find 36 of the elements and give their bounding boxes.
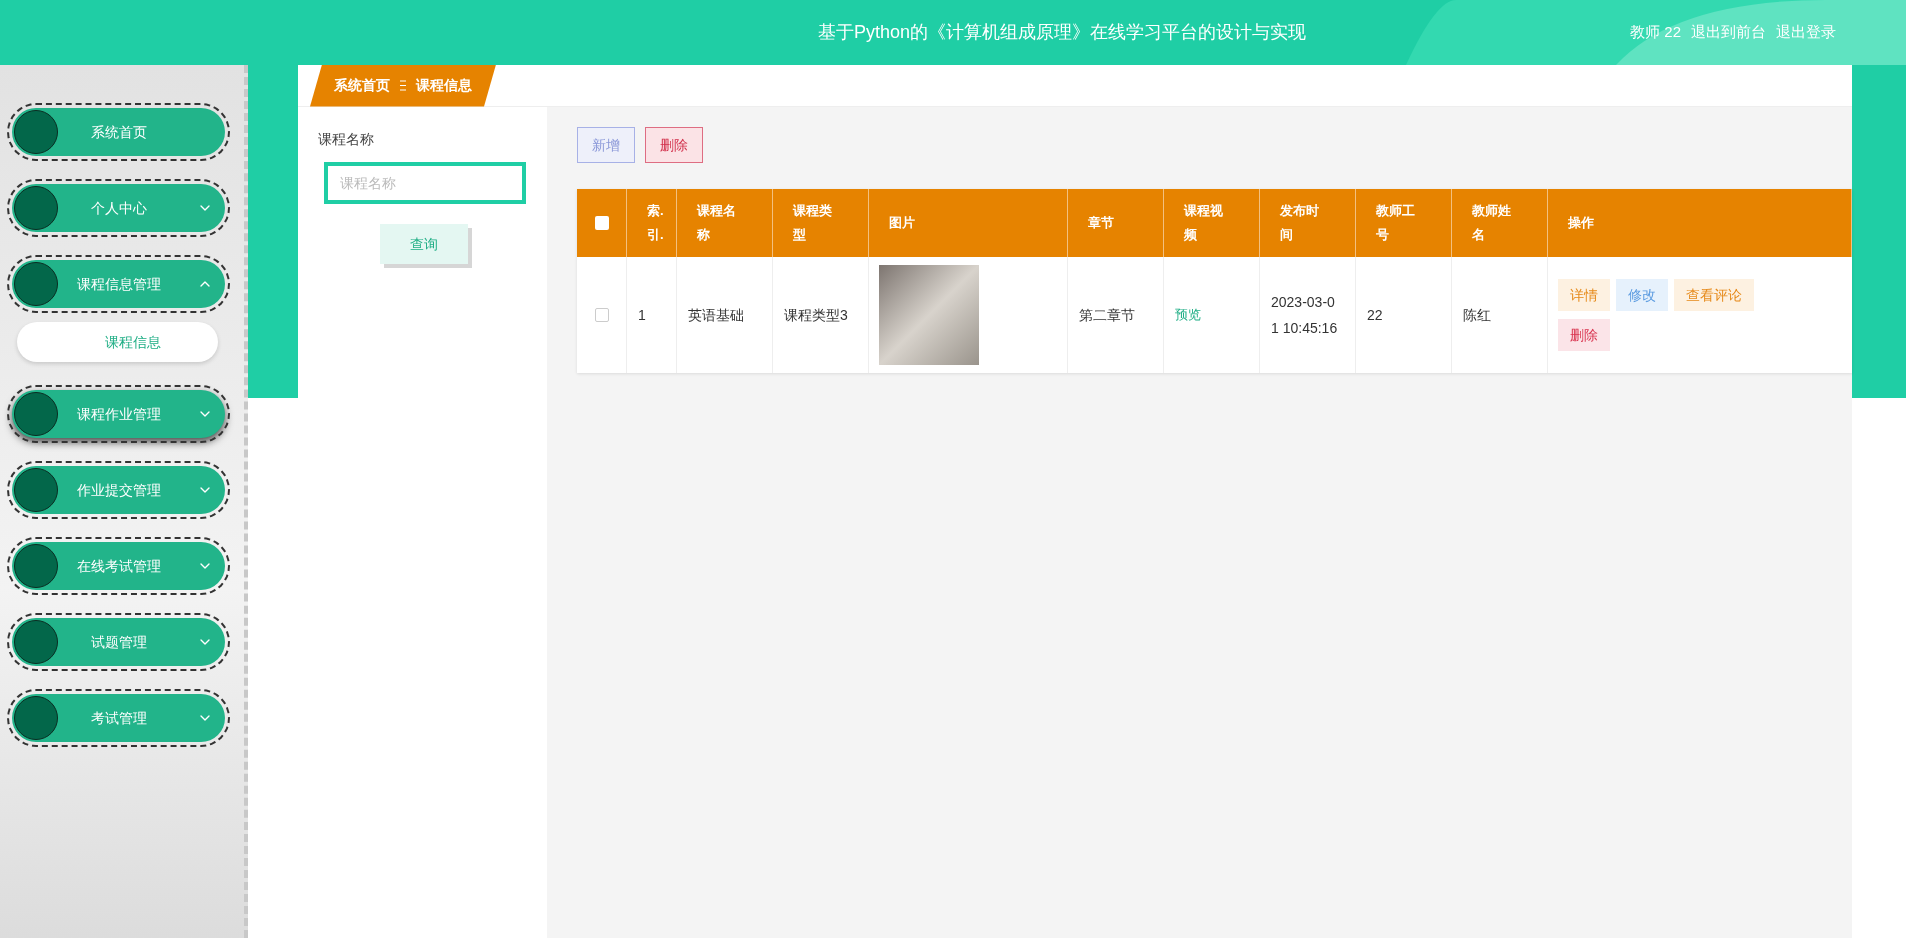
detail-button[interactable]: 详情 — [1558, 279, 1610, 311]
table-cell-text: 1 — [638, 305, 646, 325]
column-header: 发布时间 — [1260, 189, 1356, 257]
header-checkbox[interactable] — [594, 216, 609, 230]
table-cell-text: 22 — [1367, 305, 1383, 325]
add-button[interactable]: 新增 — [577, 127, 635, 163]
table-cell-text: 陈红 — [1463, 305, 1491, 325]
table-cell-text: 第二章节 — [1079, 305, 1135, 325]
header-link[interactable]: 退出到前台 — [1691, 21, 1766, 44]
column-header: 章节 — [1068, 189, 1164, 257]
comments-button[interactable]: 查看评论 — [1674, 279, 1754, 311]
search-label: 课程名称 — [318, 130, 375, 149]
column-header: 图片 — [869, 189, 1068, 257]
breadcrumb-link[interactable]: 系统首页 — [334, 75, 390, 96]
preview-link[interactable]: 预览 — [1175, 305, 1201, 325]
table-cell-text: 课程类型3 — [784, 305, 848, 325]
header-link[interactable]: 退出登录 — [1776, 21, 1836, 44]
column-header: 操作 — [1548, 189, 1852, 257]
column-header: 课程视频 — [1164, 189, 1260, 257]
table-cell-text: 英语基础 — [688, 305, 744, 325]
edit-button[interactable]: 修改 — [1616, 279, 1668, 311]
site-title: 基于Python的《计算机组成原理》在线学习平台的设计与实现 — [818, 21, 1307, 44]
column-header: 课程类型 — [773, 189, 869, 257]
row-checkbox[interactable] — [594, 308, 609, 322]
search-field[interactable]: 课程名称 — [324, 162, 526, 204]
menu-icon — [400, 80, 406, 91]
column-header: 索.引. — [627, 189, 677, 257]
submenu-item[interactable]: 课程信息 — [17, 322, 218, 362]
table-cell-text: 2023-03-01 10:45:16 — [1271, 293, 1339, 338]
delete-button[interactable]: 删除 — [1558, 319, 1610, 351]
column-header: 教师工号 — [1356, 189, 1452, 257]
delete-button[interactable]: 删除 — [645, 127, 703, 163]
breadcrumb-current: 课程信息 — [416, 76, 472, 95]
column-header: 教师姓名 — [1452, 189, 1548, 257]
user-label: 教师 22 — [1630, 22, 1681, 43]
column-header: 课程名称 — [677, 189, 773, 257]
